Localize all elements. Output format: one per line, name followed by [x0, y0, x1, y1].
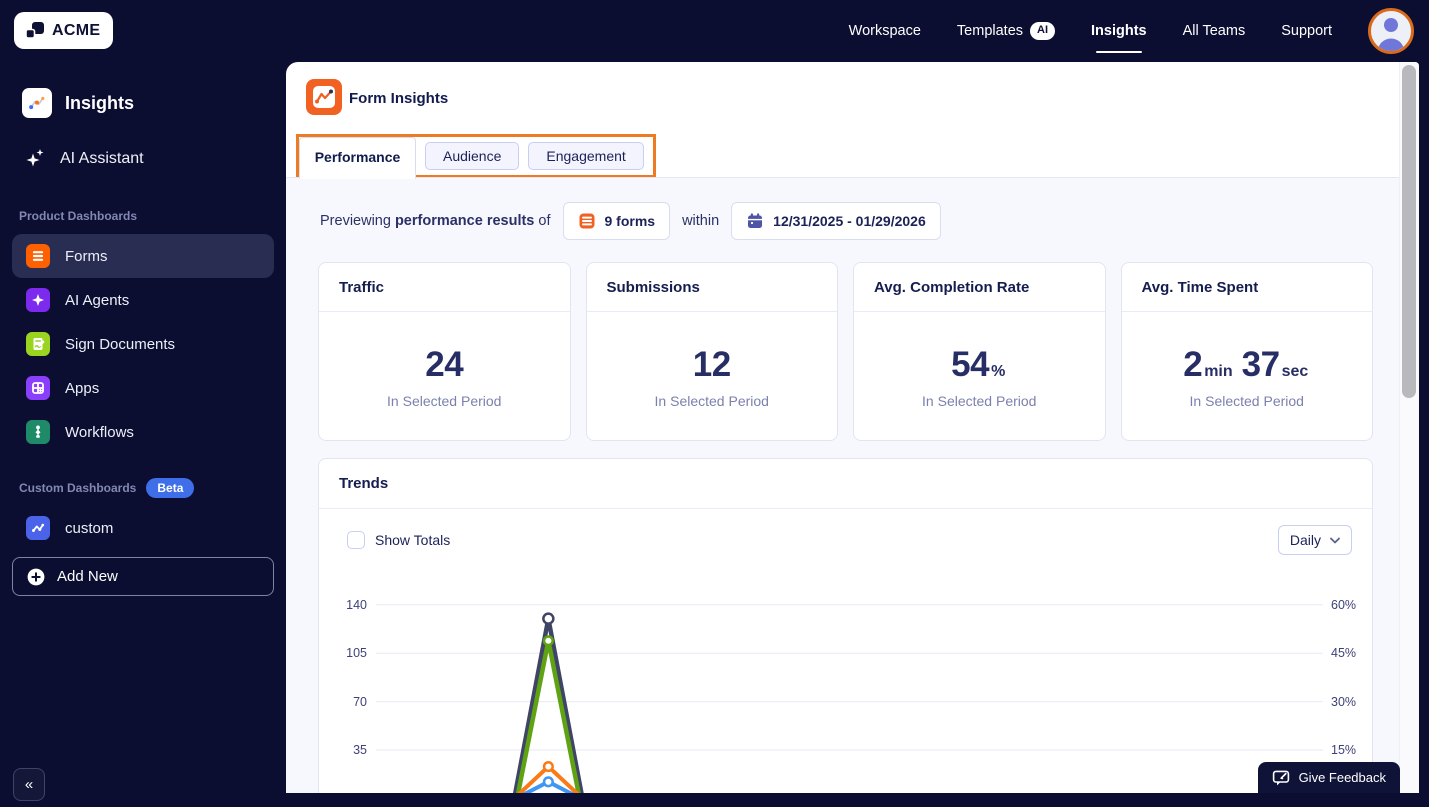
right-axis-tick: 60%	[1331, 598, 1357, 612]
tabs-divider	[286, 177, 1419, 178]
right-axis-tick: 45%	[1331, 646, 1357, 660]
sidebar-item-ai-agents[interactable]: AI Agents	[12, 278, 274, 322]
stat-unit: %	[991, 362, 1006, 380]
stat-value: 24	[425, 344, 464, 384]
stat-unit-sec: sec	[1281, 362, 1309, 380]
beta-badge: Beta	[146, 478, 195, 498]
nav-workspace[interactable]: Workspace	[849, 23, 921, 39]
forms-selector-button[interactable]: 9 forms	[562, 202, 671, 240]
stat-card-time-spent: Avg. Time Spent 2 min 37 sec In Selected…	[1120, 262, 1373, 441]
tab-engagement[interactable]: Engagement	[528, 142, 644, 170]
tab-performance[interactable]: Performance	[299, 137, 416, 175]
custom-dashboard-icon	[26, 516, 50, 540]
stat-card-traffic: Traffic 24 In Selected Period	[318, 262, 571, 441]
nav-insights[interactable]: Insights	[1091, 23, 1147, 39]
trends-title: Trends	[319, 459, 1372, 509]
show-totals-label: Show Totals	[375, 532, 451, 548]
filter-bar: Previewing performance results of 9 form…	[320, 202, 941, 240]
nav-support[interactable]: Support	[1281, 23, 1332, 39]
stat-title: Traffic	[319, 263, 570, 312]
sidebar-item-apps[interactable]: Apps	[12, 366, 274, 410]
stat-value: 54	[951, 344, 990, 384]
stat-unit-min: min	[1204, 362, 1233, 380]
ai-agents-icon	[26, 288, 50, 312]
sidebar-title: Insights	[65, 92, 135, 113]
vertical-scrollbar-track[interactable]	[1399, 62, 1419, 793]
stat-card-submissions: Submissions 12 In Selected Period	[585, 262, 838, 441]
chevron-down-icon	[1330, 537, 1340, 544]
stat-value-seconds: 37	[1241, 344, 1280, 384]
tab-audience[interactable]: Audience	[425, 142, 520, 170]
section-custom-dashboards: Custom Dashboards Beta	[19, 478, 195, 498]
nav-all-teams[interactable]: All Teams	[1183, 23, 1246, 39]
section-product-dashboards: Product Dashboards	[19, 209, 138, 223]
sidebar: Insights AI Assistant Product Dashboards…	[0, 0, 276, 807]
collapse-sidebar-button[interactable]: «	[13, 768, 45, 801]
left-axis-tick: 35	[353, 743, 367, 757]
person-icon	[1378, 18, 1404, 51]
plus-circle-icon	[26, 567, 46, 587]
stat-caption: In Selected Period	[922, 392, 1037, 409]
sidebar-item-forms[interactable]: Forms	[12, 234, 274, 278]
stat-title: Submissions	[586, 263, 837, 312]
left-axis-tick: 105	[346, 646, 367, 660]
custom-dashboards-label: Custom Dashboards	[19, 481, 137, 495]
stats-row: Traffic 24 In Selected Period Submission…	[318, 262, 1373, 441]
chart-plot-area	[376, 591, 1323, 793]
right-axis-tick: 15%	[1331, 743, 1357, 757]
apps-icon	[26, 376, 50, 400]
vertical-scrollbar-thumb[interactable]	[1402, 65, 1416, 398]
page-title: Form Insights	[349, 90, 449, 107]
insights-icon	[22, 88, 52, 118]
stat-card-completion-rate: Avg. Completion Rate 54 % In Selected Pe…	[853, 262, 1106, 441]
sparkles-icon	[24, 147, 46, 171]
sidebar-item-sign-documents[interactable]: Sign Documents	[12, 322, 274, 366]
sign-documents-icon	[26, 332, 50, 356]
stat-title: Avg. Time Spent	[1121, 263, 1372, 312]
sidebar-insights-home[interactable]: Insights	[22, 88, 134, 118]
trends-chart: 140 105 70 35 60% 45% 30% 15%	[319, 591, 1372, 793]
interval-dropdown[interactable]: Daily	[1277, 525, 1352, 555]
show-totals-control: Show Totals	[347, 531, 450, 549]
give-feedback-button[interactable]: Give Feedback	[1257, 762, 1400, 793]
forms-icon	[26, 244, 50, 268]
stat-caption: In Selected Period	[387, 392, 502, 409]
nav-templates[interactable]: Templates AI	[957, 22, 1056, 40]
stat-title: Avg. Completion Rate	[854, 263, 1105, 312]
sidebar-item-custom[interactable]: custom	[12, 508, 274, 548]
date-range-button[interactable]: 12/31/2025 - 01/29/2026	[731, 202, 941, 240]
trends-chart-svg	[376, 604, 1323, 793]
left-axis-tick: 140	[346, 598, 367, 612]
stat-caption: In Selected Period	[1189, 392, 1304, 409]
form-document-icon	[578, 212, 596, 230]
filter-description: Previewing performance results of	[320, 213, 551, 229]
workflows-icon	[26, 420, 50, 444]
top-navigation: Workspace Templates AI Insights All Team…	[849, 0, 1414, 62]
form-insights-icon	[306, 79, 342, 120]
feedback-icon	[1272, 769, 1290, 787]
sidebar-item-ai-assistant[interactable]: AI Assistant	[24, 147, 144, 171]
stat-caption: In Selected Period	[654, 392, 769, 409]
stat-value: 12	[692, 344, 731, 384]
sidebar-item-workflows[interactable]: Workflows	[12, 410, 274, 454]
within-label: within	[682, 213, 720, 229]
left-axis-tick: 70	[353, 695, 367, 709]
add-new-button[interactable]: Add New	[12, 557, 274, 596]
calendar-icon	[746, 212, 764, 230]
show-totals-checkbox[interactable]	[347, 531, 365, 549]
right-axis-tick: 30%	[1331, 695, 1357, 709]
ai-badge: AI	[1030, 22, 1056, 40]
user-avatar[interactable]	[1368, 8, 1414, 54]
trends-card: Trends Show Totals Daily 140 105 70 35 6…	[318, 458, 1373, 793]
collapse-chevrons: «	[24, 776, 34, 793]
stat-value-minutes: 2	[1183, 344, 1203, 384]
active-tab-extension	[299, 172, 416, 179]
product-dashboards-list: Forms AI Agents Sign Documents Apps Work…	[12, 234, 274, 454]
main-content-panel: Form Insights Performance Audience Engag…	[286, 62, 1419, 793]
